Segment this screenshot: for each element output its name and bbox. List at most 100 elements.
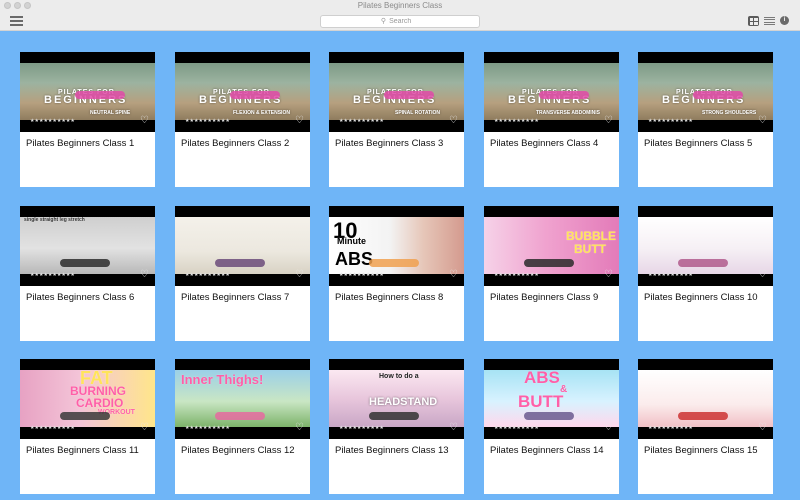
video-card[interactable]: PILATES FORBEGINNERSSPINAL ROTATION★★★★★… <box>329 52 464 187</box>
video-card[interactable]: FAT BURNING CARDIO WORKOUT ★★★★★★★★★★ ♡ Pilate… <box>20 359 155 494</box>
video-thumbnail[interactable]: Inner Thighs! ★★★★★★★★★★ ♡ <box>175 359 310 439</box>
favorite-heart-icon[interactable]: ♡ <box>449 270 458 280</box>
video-thumbnail[interactable]: single straight leg stretch ★★★★★★★★★★ ♡ <box>20 206 155 286</box>
video-title: Pilates Beginners Class 7 <box>181 292 290 303</box>
rating-stars-icon[interactable]: ★★★★★★★★★★ <box>339 426 384 431</box>
video-title: Pilates Beginners Class 9 <box>490 292 599 303</box>
video-thumbnail[interactable]: BUBBLE BUTT ★★★★★★★★★★ ♡ <box>484 206 619 286</box>
video-title: Pilates Beginners Class 11 <box>26 445 139 456</box>
thumbnail-image <box>175 217 310 274</box>
thumbnail-caption: ABS <box>524 370 560 387</box>
person-figure <box>215 412 265 420</box>
video-thumbnail[interactable]: PILATES FORBEGINNERSFLEXION & EXTENSION★… <box>175 52 310 132</box>
rating-stars-icon[interactable]: ★★★★★★★★★★ <box>494 273 539 278</box>
video-card[interactable]: ★★★★★★★★★★ ♡ Pilates Beginners Class 7 <box>175 206 310 341</box>
favorite-heart-icon[interactable]: ♡ <box>604 423 613 433</box>
thumbnail-caption: TRANSVERSE ABDOMINIS <box>536 110 600 116</box>
video-card[interactable]: PILATES FORBEGINNERSTRANSVERSE ABDOMINIS… <box>484 52 619 187</box>
video-card[interactable]: Inner Thighs! ★★★★★★★★★★ ♡ Pilates Beginner… <box>175 359 310 494</box>
rating-stars-icon[interactable]: ★★★★★★★★★★ <box>185 273 230 278</box>
person-figure <box>369 259 419 267</box>
rating-stars-icon[interactable]: ★★★★★★★★★★ <box>185 426 230 431</box>
video-title: Pilates Beginners Class 3 <box>335 138 444 149</box>
thumbnail-image: PILATES FORBEGINNERSFLEXION & EXTENSION <box>175 63 310 120</box>
thumbnail-caption: single straight leg stretch <box>24 217 85 223</box>
thumbnail-caption: BUTT <box>574 242 606 256</box>
favorite-heart-icon[interactable]: ♡ <box>758 270 767 280</box>
video-thumbnail[interactable]: 10 Minute ABS ★★★★★★★★★★ ♡ <box>329 206 464 286</box>
video-thumbnail[interactable]: FAT BURNING CARDIO WORKOUT ★★★★★★★★★★ ♡ <box>20 359 155 439</box>
thumbnail-image: Inner Thighs! <box>175 370 310 427</box>
video-card[interactable]: PILATES FORBEGINNERSNEUTRAL SPINE★★★★★★★… <box>20 52 155 187</box>
rating-stars-icon[interactable]: ★★★★★★★★★★ <box>185 119 230 124</box>
person-figure <box>524 412 574 420</box>
rating-stars-icon[interactable]: ★★★★★★★★★★ <box>30 426 75 431</box>
favorite-heart-icon[interactable]: ♡ <box>295 116 304 126</box>
video-card[interactable]: How to do a HEADSTAND ★★★★★★★★★★ ♡ Pilates B… <box>329 359 464 494</box>
search-field[interactable]: ⚲ <box>320 15 480 28</box>
favorite-heart-icon[interactable]: ♡ <box>449 423 458 433</box>
thumbnail-caption: CARDIO <box>76 396 124 410</box>
video-thumbnail[interactable]: PILATES FORBEGINNERSTRANSVERSE ABDOMINIS… <box>484 52 619 132</box>
video-title: Pilates Beginners Class 1 <box>26 138 135 149</box>
video-card[interactable]: ★★★★★★★★★★ ♡ Pilates Beginners Class 15 <box>638 359 773 494</box>
video-card[interactable]: BUBBLE BUTT ★★★★★★★★★★ ♡ Pilates Beginners C… <box>484 206 619 341</box>
rating-stars-icon[interactable]: ★★★★★★★★★★ <box>494 119 539 124</box>
video-title: Pilates Beginners Class 15 <box>644 445 758 456</box>
thumbnail-image: 10 Minute ABS <box>329 217 464 274</box>
video-card[interactable]: PILATES FORBEGINNERSFLEXION & EXTENSION★… <box>175 52 310 187</box>
person-figure <box>230 91 280 99</box>
thumbnail-image: PILATES FORBEGINNERSNEUTRAL SPINE <box>20 63 155 120</box>
thumbnail-caption: ABS <box>335 249 374 269</box>
rating-stars-icon[interactable]: ★★★★★★★★★★ <box>648 273 693 278</box>
video-card[interactable]: 10 Minute ABS ★★★★★★★★★★ ♡ Pilates Beginners … <box>329 206 464 341</box>
thumbnail-caption: Inner Thighs! <box>181 372 264 387</box>
menu-icon[interactable] <box>10 15 23 27</box>
video-thumbnail[interactable]: PILATES FORBEGINNERSNEUTRAL SPINE★★★★★★★… <box>20 52 155 132</box>
thumbnail-image: ABS & BUTT <box>484 370 619 427</box>
video-card[interactable]: ★★★★★★★★★★ ♡ Pilates Beginners Class 10 <box>638 206 773 341</box>
search-input[interactable] <box>389 18 420 25</box>
video-title: Pilates Beginners Class 14 <box>490 445 604 456</box>
favorite-heart-icon[interactable]: ♡ <box>604 116 613 126</box>
rating-stars-icon[interactable]: ★★★★★★★★★★ <box>339 273 384 278</box>
favorite-heart-icon[interactable]: ♡ <box>140 270 149 280</box>
favorite-heart-icon[interactable]: ♡ <box>758 116 767 126</box>
favorite-heart-icon[interactable]: ♡ <box>295 423 304 433</box>
video-card[interactable]: PILATES FORBEGINNERSSTRONG SHOULDERS★★★★… <box>638 52 773 187</box>
video-thumbnail[interactable]: ★★★★★★★★★★ ♡ <box>175 206 310 286</box>
video-thumbnail[interactable]: ★★★★★★★★★★ ♡ <box>638 359 773 439</box>
thumbnail-caption: BUTT <box>518 392 564 411</box>
favorite-heart-icon[interactable]: ♡ <box>604 270 613 280</box>
info-icon[interactable]: i <box>780 16 789 25</box>
toolbar: ⚲ i <box>0 11 800 31</box>
video-thumbnail[interactable]: ABS & BUTT ★★★★★★★★★★ ♡ <box>484 359 619 439</box>
rating-stars-icon[interactable]: ★★★★★★★★★★ <box>648 119 693 124</box>
video-thumbnail[interactable]: How to do a HEADSTAND ★★★★★★★★★★ ♡ <box>329 359 464 439</box>
list-view-icon[interactable] <box>764 16 775 26</box>
rating-stars-icon[interactable]: ★★★★★★★★★★ <box>494 426 539 431</box>
video-card[interactable]: single straight leg stretch ★★★★★★★★★★ ♡ Pi… <box>20 206 155 341</box>
video-thumbnail[interactable]: PILATES FORBEGINNERSSTRONG SHOULDERS★★★★… <box>638 52 773 132</box>
thumbnail-caption: FLEXION & EXTENSION <box>233 110 290 116</box>
favorite-heart-icon[interactable]: ♡ <box>295 270 304 280</box>
rating-stars-icon[interactable]: ★★★★★★★★★★ <box>30 273 75 278</box>
favorite-heart-icon[interactable]: ♡ <box>140 423 149 433</box>
thumbnail-caption: Minute <box>337 236 366 246</box>
favorite-heart-icon[interactable]: ♡ <box>449 116 458 126</box>
video-thumbnail[interactable]: ★★★★★★★★★★ ♡ <box>638 206 773 286</box>
favorite-heart-icon[interactable]: ♡ <box>140 116 149 126</box>
video-grid: PILATES FORBEGINNERSNEUTRAL SPINE★★★★★★★… <box>0 32 800 500</box>
rating-stars-icon[interactable]: ★★★★★★★★★★ <box>648 426 693 431</box>
rating-stars-icon[interactable]: ★★★★★★★★★★ <box>339 119 384 124</box>
window-title: Pilates Beginners Class <box>357 1 443 10</box>
thumbnail-image: PILATES FORBEGINNERSSTRONG SHOULDERS <box>638 63 773 120</box>
rating-stars-icon[interactable]: ★★★★★★★★★★ <box>30 119 75 124</box>
person-figure <box>60 412 110 420</box>
grid-view-icon[interactable] <box>748 16 759 26</box>
video-card[interactable]: ABS & BUTT ★★★★★★★★★★ ♡ Pilates Beginners Cla… <box>484 359 619 494</box>
video-thumbnail[interactable]: PILATES FORBEGINNERSSPINAL ROTATION★★★★★… <box>329 52 464 132</box>
thumbnail-caption: HEADSTAND <box>369 396 438 408</box>
search-icon: ⚲ <box>380 18 387 25</box>
favorite-heart-icon[interactable]: ♡ <box>758 423 767 433</box>
